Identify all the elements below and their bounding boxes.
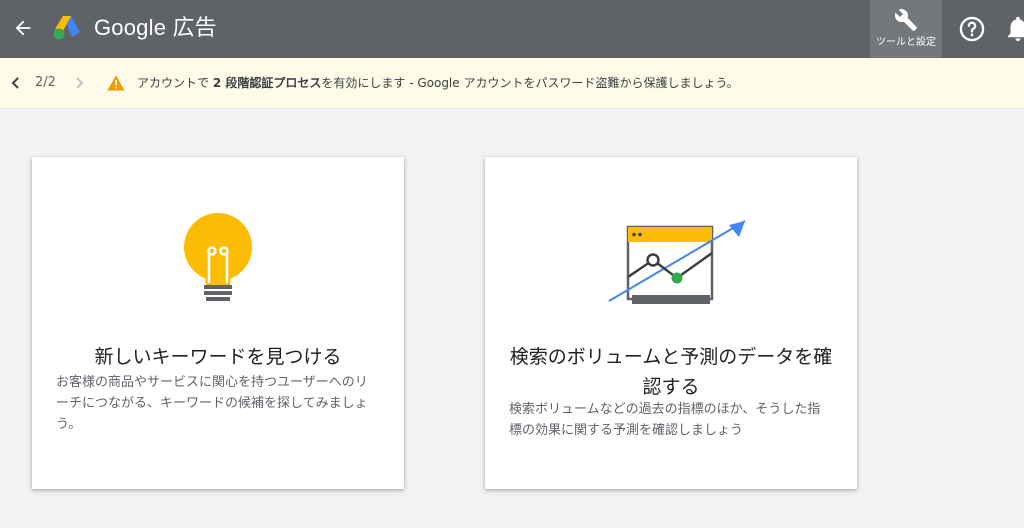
bell-icon[interactable] (1006, 15, 1024, 43)
find-keywords-card[interactable]: 新しいキーワードを見つける お客様の商品やサービスに関心を持つユーザーへのリーチ… (32, 157, 404, 489)
banner-message-after: を有効にします - Google アカウントをパスワード盗難から保護しましょう。 (321, 76, 739, 90)
lightbulb-icon (184, 213, 252, 301)
arrow-back-icon (15, 20, 31, 36)
trend-chart-illustration (608, 220, 746, 304)
chevron-left-icon[interactable] (9, 74, 23, 92)
banner-message-link[interactable]: 2 段階認証プロセス (213, 76, 322, 90)
card-title: 新しいキーワードを見つける (94, 346, 342, 368)
search-volume-forecast-card[interactable]: 検索のボリュームと予測のデータを確認する 検索ボリュームなどの過去の指標のほか、… (485, 157, 857, 489)
card-description: お客様の商品やサービスに関心を持つユーザーへのリーチにつながる、キーワードの候補… (56, 375, 368, 432)
google-ads-logo[interactable] (52, 13, 82, 41)
top-app-bar: Google 広告 ツールと設定 (0, 0, 1024, 58)
chevron-right-icon[interactable] (72, 74, 86, 92)
notification-banner: 2/2 アカウントで 2 段階認証プロセスを有効にします - Google アカ… (0, 58, 1024, 109)
brand-name: Google 広告 (94, 15, 217, 40)
banner-message: アカウントで 2 段階認証プロセスを有効にします - Google アカウントを… (137, 74, 739, 92)
tools-and-settings-label: ツールと設定 (876, 37, 936, 48)
help-circle-icon[interactable] (958, 15, 986, 43)
card-description: 検索ボリュームなどの過去の指標のほか、そうした指標の効果に関する予測を確認しまし… (509, 402, 821, 438)
card-title: 検索のボリュームと予測のデータを確認する (509, 346, 833, 398)
back-button[interactable] (8, 11, 38, 45)
tools-and-settings-button[interactable]: ツールと設定 (870, 0, 942, 58)
banner-pager: 2/2 (35, 75, 56, 90)
banner-message-before: アカウントで (137, 76, 210, 90)
wrench-icon (894, 9, 917, 31)
warning-triangle-icon (107, 75, 125, 91)
